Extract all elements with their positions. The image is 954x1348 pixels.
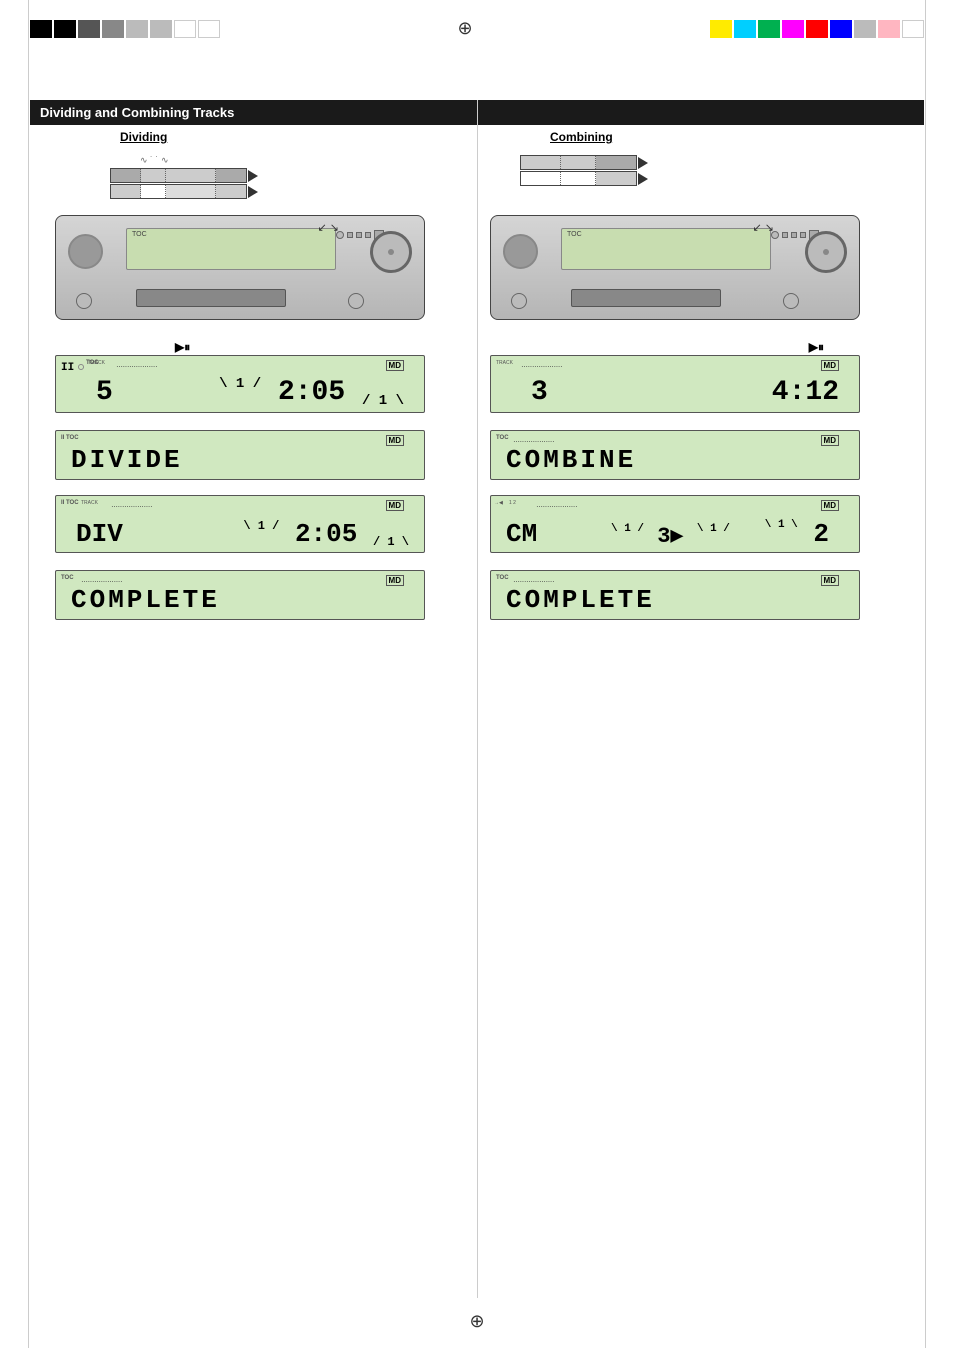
divide-screen-4: TOC ··················· MD COMPLETE [55, 570, 425, 620]
toc-label-c1: TRACK [496, 360, 513, 366]
arrow-indicator-right: ↙ ↘ [753, 221, 775, 234]
combine-screen-3: →◀ 1 2 ··················· MD CM \ 1 / 3… [490, 495, 860, 553]
dots-c1: ··················· [521, 362, 562, 371]
md-label-2: MD [386, 435, 404, 446]
wavy-line: ∿ ˙ ˙ ∿ [140, 155, 258, 166]
divide-text: DIVIDE [71, 445, 183, 475]
pause-indicator: II [61, 362, 74, 374]
right-track-row-1 [510, 155, 648, 170]
md-label-c2: MD [821, 435, 839, 446]
bottom-right-circle [348, 293, 364, 309]
right-md-player: TOC ↙ ↘ [490, 215, 860, 320]
color-seg-2 [54, 20, 76, 38]
track-label-1: TRACK [88, 360, 105, 366]
track-row-2 [100, 184, 258, 199]
color-seg-4 [102, 20, 124, 38]
left-track-diagram-before: ∿ ˙ ˙ ∿ [100, 155, 258, 200]
md-label-4: MD [386, 575, 404, 586]
combine-screen-2: TOC ··················· MD COMBINE [490, 430, 860, 480]
right-track-row-2 [510, 171, 648, 186]
left-lcd-before: TOC [126, 228, 336, 270]
color-seg-r7 [854, 20, 876, 38]
color-seg-r4 [782, 20, 804, 38]
bar-left [30, 20, 220, 38]
right-lcd-toc: TOC [567, 231, 765, 238]
complete-text-right: COMPLETE [506, 585, 655, 615]
crosshair-center: ⊕ [457, 18, 472, 39]
color-seg-7 [174, 20, 196, 38]
md-label-c4: MD [821, 575, 839, 586]
color-seg-6 [150, 20, 172, 38]
divide-screen-2: II TOC MD DIVIDE [55, 430, 425, 480]
md-label-c3: MD [821, 500, 839, 511]
md-label-c1: MD [821, 360, 839, 371]
combine-time-1: 4:12 [772, 377, 839, 408]
toc-label-3: II TOC [61, 500, 79, 506]
time-display-1: \ 1 / 2:05 / 1 \ [219, 377, 404, 408]
toc-label-c4: TOC [496, 575, 509, 581]
toc-label-4: TOC [61, 575, 74, 581]
bar-right [710, 20, 924, 38]
track-num-1: 5 [96, 377, 113, 408]
track-label-3: TRACK [81, 500, 98, 506]
left-dial [68, 234, 103, 269]
bottom-left-circle [76, 293, 92, 309]
dots-1: ··················· [116, 362, 157, 371]
color-seg-1 [30, 20, 52, 38]
color-seg-8 [198, 20, 220, 38]
lcd-toc: TOC [132, 231, 330, 238]
combining-header: Combining [550, 130, 613, 144]
border-right [925, 0, 926, 1348]
play-pause-label-right: ▶⏸ [809, 340, 824, 355]
color-seg-r3 [758, 20, 780, 38]
dots-3: ··················· [111, 502, 152, 511]
border-left [28, 0, 29, 1348]
bottom-crosshair: ⊕ [469, 1311, 484, 1332]
right-dial-right [805, 231, 847, 273]
num-label-c3: 1 2 [509, 500, 516, 506]
color-seg-r2 [734, 20, 756, 38]
rec-label-c3: →◀ [494, 500, 503, 506]
combine-screen-4: TOC ··················· MD COMPLETE [490, 570, 860, 620]
right-dial-left [503, 234, 538, 269]
color-seg-r8 [878, 20, 900, 38]
right-cassette-slot [571, 289, 721, 307]
color-seg-r6 [830, 20, 852, 38]
color-seg-r9 [902, 20, 924, 38]
rec-dot [78, 364, 84, 370]
color-seg-r5 [806, 20, 828, 38]
dividing-header: Dividing [120, 130, 167, 144]
md-label-1: MD [386, 360, 404, 371]
combine-num-3: \ 1 \ 2 [765, 519, 829, 549]
top-color-bar: ⊕ [0, 18, 954, 39]
color-seg-r1 [710, 20, 732, 38]
color-seg-3 [78, 20, 100, 38]
center-divider [477, 100, 478, 1298]
combine-track-3: \ 1 / 3▶ \ 1 / [611, 523, 730, 549]
play-pause-label-left: ▶⏸ [175, 340, 190, 355]
md-label-3: MD [386, 500, 404, 511]
combine-text: COMBINE [506, 445, 636, 475]
right-bottom-right-circle [783, 293, 799, 309]
toc-label-c2: TOC [496, 435, 509, 441]
dots-c3: ··················· [536, 502, 577, 511]
toc-label-2: II TOC [61, 435, 79, 441]
track-row-1 [100, 168, 258, 183]
right-lcd: TOC [561, 228, 771, 270]
right-track-diagram-before [510, 155, 648, 187]
complete-text-left: COMPLETE [71, 585, 220, 615]
color-seg-5 [126, 20, 148, 38]
cassette-slot [136, 289, 286, 307]
combine-track-1: 3 [531, 377, 548, 408]
divide-screen-3: II TOC TRACK ··················· MD DIV … [55, 495, 425, 553]
arrow-indicator-1: ↙ ↘ [318, 221, 340, 234]
div-time: \ 1 / 2:05 / 1 \ [243, 519, 409, 549]
left-md-player-before: TOC ↙ ↘ [55, 215, 425, 320]
right-bottom-left-circle [511, 293, 527, 309]
divide-screen-1: II TOC TRACK ··················· MD 5 \ … [55, 355, 425, 413]
div-text: DIV [76, 519, 123, 549]
combine-screen-1: TRACK ··················· MD 3 4:12 [490, 355, 860, 413]
right-dial [370, 231, 412, 273]
cm-text: CM [506, 519, 537, 549]
